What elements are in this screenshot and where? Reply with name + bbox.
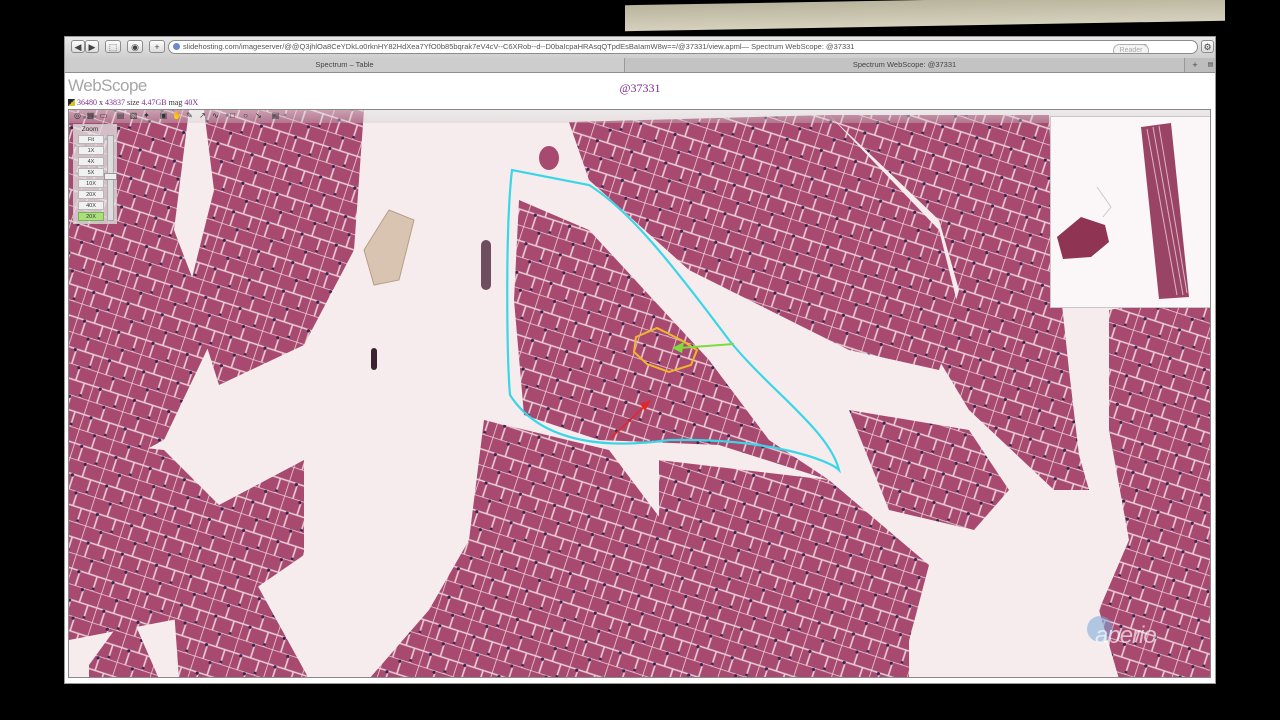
tissue-image[interactable]	[69, 110, 1211, 678]
back-button[interactable]: ◀	[71, 40, 85, 53]
aperio-watermark: aperio	[1095, 622, 1157, 649]
image-id-title: @37331	[619, 81, 661, 95]
annotation-icon[interactable]: ✦	[142, 111, 151, 120]
zoom-40x-button[interactable]: 40X	[78, 201, 104, 210]
tool-strip: ◎ ▦ ▭ ▤ ▧ ✦ ▣ ✋ ✎ ↗ ∿ □ ○ ↘ ▤	[69, 110, 1210, 123]
zoom-10x-button[interactable]: 10X	[78, 179, 104, 188]
mag-label: mag	[168, 98, 183, 107]
size-label: size	[127, 98, 140, 107]
arrow-icon[interactable]: ↗	[198, 111, 207, 120]
tab-overflow-icon[interactable]: ▤	[1204, 58, 1217, 72]
pointer-icon[interactable]: ↘	[254, 111, 263, 120]
hand-icon[interactable]: ✋	[172, 111, 182, 120]
zoom-slider-handle[interactable]	[104, 173, 117, 180]
new-tab-button[interactable]: +	[1188, 58, 1202, 72]
dim-separator: x	[99, 98, 103, 107]
overview-icon[interactable]: ◎	[73, 111, 82, 120]
image-mag: 40X	[184, 98, 199, 107]
rect-icon[interactable]: □	[228, 111, 237, 120]
line-icon[interactable]: ∿	[211, 111, 220, 120]
slide-thumbnail[interactable]	[1050, 116, 1210, 308]
settings-gear-icon[interactable]: ⚙	[1201, 40, 1214, 53]
ellipse-icon[interactable]: ○	[241, 111, 250, 120]
forward-button[interactable]: ▶	[85, 40, 99, 53]
slide-thumbnail-icon	[68, 99, 75, 106]
select-icon[interactable]: ▤	[116, 111, 125, 120]
image-size: 4.47GB	[141, 98, 167, 107]
address-bar[interactable]: slidehosting.com/imageserver/@@Q3jhlOa8C…	[168, 40, 1198, 54]
browser-window: ◀ ▶ ⬚ ◉ + slidehosting.com/imageserver/@…	[64, 36, 1216, 684]
tab-spectrum-table[interactable]: Spectrum – Table	[65, 58, 625, 72]
zoom-panel: Zoom Fit 1X 4X 5X 10X 20X 40X 20X	[73, 124, 117, 224]
tab-bar: Spectrum – Table Spectrum WebScope: @373…	[65, 58, 1215, 73]
slide-viewer[interactable]: ◎ ▦ ▭ ▤ ▧ ✦ ▣ ✋ ✎ ↗ ∿ □ ○ ↘ ▤ Zoom Fit 1…	[68, 109, 1211, 678]
nav-icon[interactable]: ▦	[86, 111, 95, 120]
image-height: 43837	[105, 98, 125, 107]
tab-webscope[interactable]: Spectrum WebScope: @37331	[625, 58, 1185, 72]
zoom-1x-button[interactable]: 1X	[78, 146, 104, 155]
zoom-5x-button[interactable]: 5X	[78, 168, 104, 177]
viewer-header: WebScope @37331 36480 x 43837 size 4.47G…	[65, 73, 1215, 109]
zoom-title: Zoom	[81, 126, 99, 133]
save-icon[interactable]: ▣	[159, 111, 168, 120]
edit-icon[interactable]: ▧	[129, 111, 138, 120]
zoom-4x-button[interactable]: 4X	[78, 157, 104, 166]
current-zoom-indicator: 20X	[78, 212, 104, 221]
ruler-icon[interactable]: ▭	[99, 111, 108, 120]
thumbnail-image	[1051, 117, 1210, 307]
reader-button[interactable]: Reader	[1113, 44, 1149, 53]
image-info: 36480 x 43837 size 4.47GB mag 40X	[68, 98, 198, 107]
pen-icon[interactable]: ✎	[185, 111, 194, 120]
share-button[interactable]: ⬚	[105, 40, 121, 53]
image-width: 36480	[77, 98, 97, 107]
stop-button[interactable]: ◉	[127, 40, 143, 53]
add-bookmark-button[interactable]: +	[149, 40, 165, 53]
list-icon[interactable]: ▤	[271, 111, 280, 120]
url-text: slidehosting.com/imageserver/@@Q3jhlOa8C…	[183, 42, 855, 51]
zoom-20x-button[interactable]: 20X	[78, 190, 104, 199]
globe-icon	[173, 43, 180, 50]
browser-toolbar: ◀ ▶ ⬚ ◉ + slidehosting.com/imageserver/@…	[65, 37, 1215, 59]
background-paper	[625, 0, 1225, 32]
zoom-fit-button[interactable]: Fit	[78, 135, 104, 144]
